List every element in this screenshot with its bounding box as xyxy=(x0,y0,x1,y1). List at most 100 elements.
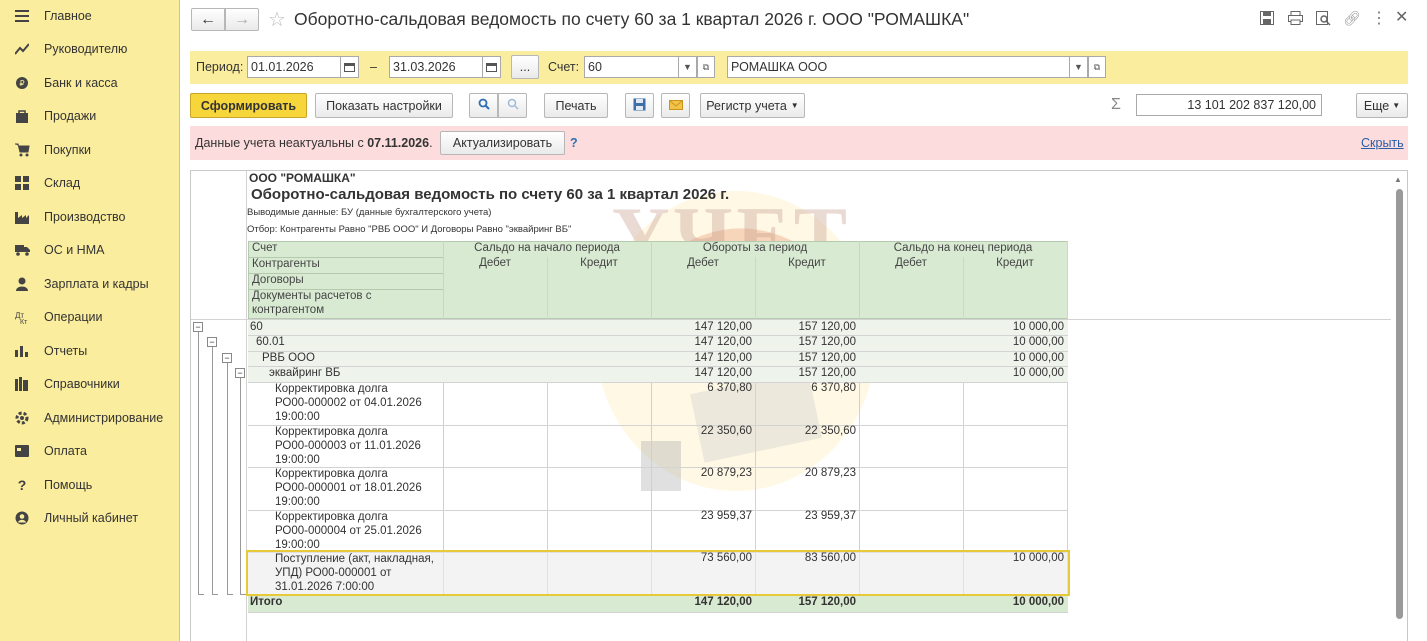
search-cancel-icon xyxy=(507,98,519,113)
document-name[interactable]: Корректировка долга РО00-000004 от 25.01.… xyxy=(275,510,422,552)
send-email-button[interactable] xyxy=(661,93,690,118)
help-icon[interactable]: ? xyxy=(570,136,578,150)
report-title: Оборотно-сальдовая ведомость по счету 60… xyxy=(251,186,730,203)
row-account-60-01[interactable]: 60.01 xyxy=(256,336,285,348)
print-icon[interactable] xyxy=(1288,11,1304,27)
favorite-star-icon[interactable]: ☆ xyxy=(268,7,286,32)
search-icon xyxy=(478,98,490,113)
notice-date: 07.11.2026 xyxy=(367,136,430,150)
search-button[interactable] xyxy=(469,93,498,118)
print-button[interactable]: Печать xyxy=(544,93,608,118)
more-button[interactable]: Еще ▼ xyxy=(1356,93,1408,118)
chevron-down-icon[interactable]: ▼ xyxy=(679,56,697,78)
document-line: РО00-000002 от 04.01.2026 xyxy=(275,397,422,409)
report-sheet[interactable]: УЧЕТ БЕЗ ЗАБОТ ООО "РОМАШКА" Оборотно-са… xyxy=(190,170,1408,641)
document-line: 19:00:00 xyxy=(275,496,320,508)
sidebar-item-operations[interactable]: Дт Кт Операции xyxy=(0,302,180,332)
update-button[interactable]: Актуализировать xyxy=(440,131,565,155)
sum-field[interactable]: 13 101 202 837 120,00 xyxy=(1136,94,1322,116)
books-icon xyxy=(0,377,44,391)
document-line: УПД) РО00-000001 от xyxy=(275,567,392,579)
cell-turnover-credit: 157 120,00 xyxy=(798,352,856,364)
calendar-icon[interactable] xyxy=(483,56,501,78)
cell-turnover-debit: 147 120,00 xyxy=(694,352,752,364)
cell-turnover-debit: 23 959,37 xyxy=(700,510,752,522)
account-field[interactable]: 60 xyxy=(584,56,679,78)
date-to-field[interactable]: 31.03.2026 xyxy=(389,56,483,78)
document-line: РО00-000003 от 11.01.2026 xyxy=(275,440,421,452)
hide-link[interactable]: Скрыть xyxy=(1361,136,1404,150)
preview-icon[interactable] xyxy=(1316,11,1332,27)
total-turnover-credit: 157 120,00 xyxy=(798,596,856,608)
period-select-button[interactable]: ... xyxy=(511,55,539,79)
cell-turnover-debit: 147 120,00 xyxy=(694,367,752,379)
sidebar-item-salary[interactable]: Зарплата и кадры xyxy=(0,269,180,299)
document-name[interactable]: Поступление (акт, накладная, УПД) РО00-00… xyxy=(275,552,434,594)
account-label: Счет: xyxy=(548,60,580,74)
link-icon[interactable]: 🔗︎ xyxy=(1343,10,1361,26)
col-closing: Сальдо на конец периода xyxy=(893,242,1033,254)
sidebar-item-production[interactable]: Производство xyxy=(0,202,180,232)
document-name[interactable]: Корректировка долга РО00-000001 от 18.01.… xyxy=(275,467,422,509)
sidebar-item-warehouse[interactable]: Склад xyxy=(0,168,180,198)
svg-text:₽: ₽ xyxy=(19,79,24,88)
save-icon[interactable] xyxy=(1260,11,1276,27)
row-account-60[interactable]: 60 xyxy=(250,321,263,333)
page-title: Оборотно-сальдовая ведомость по счету 60… xyxy=(294,9,970,29)
open-icon[interactable]: ⧉ xyxy=(1088,56,1106,78)
save-report-button[interactable] xyxy=(625,93,654,118)
sidebar-item-admin[interactable]: Администрирование xyxy=(0,403,180,433)
chevron-down-icon[interactable]: ▼ xyxy=(1070,56,1088,78)
arrow-left-icon: ← xyxy=(200,10,216,28)
sidebar-item-purchases[interactable]: Покупки xyxy=(0,135,180,165)
coin-icon: ₽ xyxy=(0,76,44,90)
collapse-toggle[interactable]: − xyxy=(207,337,217,347)
sidebar-item-sales[interactable]: Продажи xyxy=(0,101,180,131)
close-icon[interactable]: ✕ xyxy=(1395,7,1411,26)
register-button[interactable]: Регистр учета ▼ xyxy=(700,93,805,118)
document-line: 19:00:00 xyxy=(275,454,320,466)
cell-closing-credit: 10 000,00 xyxy=(1012,552,1064,564)
sidebar-item-fixed-assets[interactable]: ОС и НМА xyxy=(0,235,180,265)
sidebar-item-bank[interactable]: ₽ Банк и касса xyxy=(0,68,180,98)
sidebar-item-main[interactable]: Главное xyxy=(0,1,180,31)
show-settings-button[interactable]: Показать настройки xyxy=(315,93,453,118)
col-opening: Сальдо на начало периода xyxy=(474,242,620,254)
sidebar-item-manager[interactable]: Руководителю xyxy=(0,34,180,64)
sidebar-item-payment[interactable]: Оплата xyxy=(0,436,180,466)
sidebar-item-label: Операции xyxy=(44,310,103,324)
row-counterparty[interactable]: РВБ ООО xyxy=(262,352,315,364)
document-name[interactable]: Корректировка долга РО00-000003 от 11.01.… xyxy=(275,425,421,467)
main-area: ← → ☆ Оборотно-сальдовая ведомость по сч… xyxy=(180,0,1427,641)
cell-turnover-debit: 147 120,00 xyxy=(694,321,752,333)
sidebar-item-references[interactable]: Справочники xyxy=(0,369,180,399)
svg-text:Кт: Кт xyxy=(20,319,28,324)
more-vert-icon[interactable]: ⋮ xyxy=(1371,8,1387,27)
back-button[interactable]: ← xyxy=(191,8,225,31)
sidebar-item-reports[interactable]: Отчеты xyxy=(0,336,180,366)
search-cancel-button[interactable] xyxy=(498,93,527,118)
sidebar-item-account[interactable]: Личный кабинет xyxy=(0,503,180,533)
collapse-toggle[interactable]: − xyxy=(193,322,203,332)
document-name[interactable]: Корректировка долга РО00-000002 от 04.01.… xyxy=(275,382,422,424)
collapse-toggle[interactable]: − xyxy=(235,368,245,378)
calendar-icon[interactable] xyxy=(341,56,359,78)
date-from-field[interactable]: 01.01.2026 xyxy=(247,56,341,78)
generate-button[interactable]: Сформировать xyxy=(190,93,307,118)
organization-field[interactable]: РОМАШКА ООО xyxy=(727,56,1070,78)
collapse-toggle[interactable]: − xyxy=(222,353,232,363)
col-closing-debit: Дебет xyxy=(895,257,927,269)
col-counterparties: Контрагенты xyxy=(252,258,320,270)
row-contract[interactable]: эквайринг ВБ xyxy=(269,367,340,379)
sidebar-item-help[interactable]: ? Помощь xyxy=(0,470,180,500)
report-data-line: Выводимые данные: БУ (данные бухгалтерск… xyxy=(247,207,492,218)
cell-turnover-credit: 20 879,23 xyxy=(804,467,856,479)
open-icon[interactable]: ⧉ xyxy=(697,56,715,78)
vertical-scrollbar[interactable] xyxy=(1396,189,1403,619)
forward-button[interactable]: → xyxy=(225,8,259,31)
chart-trend-icon xyxy=(0,43,44,55)
chevron-down-icon: ▼ xyxy=(790,101,799,110)
scroll-up-icon[interactable]: ▲ xyxy=(1394,175,1404,185)
notice-period: . xyxy=(429,136,433,150)
sidebar-item-label: Производство xyxy=(44,210,126,224)
